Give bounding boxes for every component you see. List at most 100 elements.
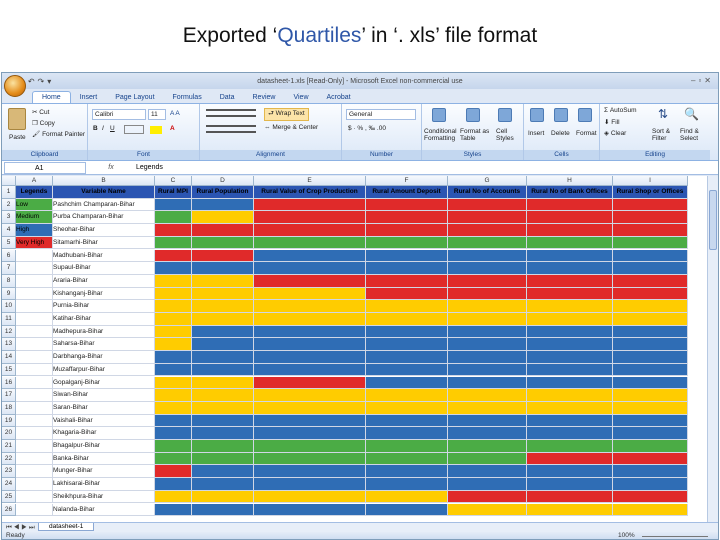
district-cell[interactable]: Madhubani-Bihar — [53, 249, 155, 263]
fill-button[interactable]: ⬇ Fill — [604, 118, 620, 126]
quartile-cell-C[interactable] — [155, 274, 192, 288]
cut-button[interactable]: ✂ Cut — [32, 108, 49, 116]
quartile-cell-H[interactable] — [527, 440, 613, 453]
quartile-cell-C[interactable] — [155, 351, 192, 364]
font-size-combo[interactable]: 11 — [148, 109, 166, 120]
legend-cell[interactable] — [16, 287, 53, 301]
district-cell[interactable]: Sitamarhi-Bihar — [53, 236, 155, 250]
row-header-22[interactable]: 22 — [2, 452, 16, 466]
find-select-label[interactable]: Find & Select — [680, 128, 708, 142]
quartile-cell-E[interactable] — [254, 262, 366, 275]
row-header-12[interactable]: 12 — [2, 325, 16, 339]
quartile-cell-C[interactable] — [155, 211, 192, 225]
font-color-icon[interactable]: A — [170, 125, 175, 132]
quartile-cell-C[interactable] — [155, 376, 192, 390]
district-cell[interactable]: Purba Champaran-Bihar — [53, 211, 155, 225]
row-header-3[interactable]: 3 — [2, 211, 16, 225]
legend-cell[interactable] — [16, 300, 53, 313]
conditional-formatting-icon[interactable] — [432, 108, 446, 122]
quartile-cell-G[interactable] — [448, 274, 527, 288]
quartile-cell-C[interactable] — [155, 427, 192, 440]
legend-cell[interactable]: Low — [16, 198, 53, 212]
row-header-8[interactable]: 8 — [2, 274, 16, 288]
quartile-cell-I[interactable] — [613, 325, 688, 339]
quartile-cell-F[interactable] — [366, 249, 448, 263]
quartile-cell-F[interactable] — [366, 465, 448, 479]
delete-cells-label[interactable]: Delete — [551, 130, 570, 137]
quartile-cell-E[interactable] — [254, 465, 366, 479]
scrollbar-thumb[interactable] — [709, 190, 717, 250]
quartile-cell-C[interactable] — [155, 478, 192, 491]
number-format-combo[interactable]: General — [346, 109, 416, 120]
header-cell-G[interactable]: Rural No of Accounts — [448, 186, 527, 199]
quartile-cell-D[interactable] — [192, 274, 254, 288]
legend-cell[interactable] — [16, 338, 53, 352]
legend-cell[interactable] — [16, 274, 53, 288]
quartile-cell-D[interactable] — [192, 325, 254, 339]
quartile-cell-E[interactable] — [254, 313, 366, 326]
quartile-cell-C[interactable] — [155, 287, 192, 301]
legend-cell[interactable] — [16, 503, 53, 517]
quartile-cell-E[interactable] — [254, 478, 366, 491]
quartile-cell-G[interactable] — [448, 351, 527, 364]
quartile-cell-D[interactable] — [192, 287, 254, 301]
quartile-cell-G[interactable] — [448, 389, 527, 402]
quartile-cell-H[interactable] — [527, 198, 613, 212]
quartile-cell-I[interactable] — [613, 363, 688, 377]
district-cell[interactable]: Lakhisarai-Bihar — [53, 478, 155, 491]
quartile-cell-F[interactable] — [366, 351, 448, 364]
district-cell[interactable]: Madhepura-Bihar — [53, 325, 155, 339]
district-cell[interactable]: Araria-Bihar — [53, 274, 155, 288]
copy-button[interactable]: ❐ Copy — [32, 119, 55, 127]
quartile-cell-I[interactable] — [613, 300, 688, 313]
row-header-19[interactable]: 19 — [2, 414, 16, 428]
quartile-cell-F[interactable] — [366, 262, 448, 275]
format-table-label[interactable]: Format as Table — [460, 128, 494, 142]
quartile-cell-H[interactable] — [527, 414, 613, 428]
quartile-cell-I[interactable] — [613, 262, 688, 275]
tab-home[interactable]: Home — [32, 91, 71, 103]
quartile-cell-E[interactable] — [254, 363, 366, 377]
quartile-cell-I[interactable] — [613, 401, 688, 415]
quartile-cell-F[interactable] — [366, 211, 448, 225]
quartile-cell-C[interactable] — [155, 363, 192, 377]
legend-cell[interactable] — [16, 262, 53, 275]
row-header-15[interactable]: 15 — [2, 363, 16, 377]
quartile-cell-I[interactable] — [613, 351, 688, 364]
delete-cells-icon[interactable] — [554, 108, 568, 122]
legend-cell[interactable] — [16, 440, 53, 453]
quartile-cell-H[interactable] — [527, 224, 613, 237]
select-all-corner[interactable] — [2, 176, 16, 186]
grow-font-icon[interactable]: A A — [170, 110, 180, 117]
quartile-cell-D[interactable] — [192, 376, 254, 390]
find-select-icon[interactable]: 🔍 — [684, 107, 699, 121]
quartile-cell-H[interactable] — [527, 249, 613, 263]
quartile-cell-H[interactable] — [527, 351, 613, 364]
row-header-9[interactable]: 9 — [2, 287, 16, 301]
quartile-cell-C[interactable] — [155, 313, 192, 326]
quartile-cell-I[interactable] — [613, 452, 688, 466]
legend-cell[interactable] — [16, 490, 53, 504]
header-cell-F[interactable]: Rural Amount Deposit — [366, 186, 448, 199]
format-cells-icon[interactable] — [578, 108, 592, 122]
header-cell-A[interactable]: Legends — [16, 186, 53, 199]
quartile-cell-D[interactable] — [192, 249, 254, 263]
vertical-scrollbar[interactable] — [707, 176, 718, 522]
column-header-A[interactable]: A — [16, 176, 53, 186]
quartile-cell-I[interactable] — [613, 389, 688, 402]
district-cell[interactable]: Gopalganj-Bihar — [53, 376, 155, 390]
quartile-cell-H[interactable] — [527, 262, 613, 275]
quartile-cell-I[interactable] — [613, 224, 688, 237]
quartile-cell-F[interactable] — [366, 300, 448, 313]
quartile-cell-C[interactable] — [155, 389, 192, 402]
quartile-cell-G[interactable] — [448, 427, 527, 440]
quartile-cell-G[interactable] — [448, 262, 527, 275]
zoom-slider[interactable] — [642, 536, 708, 537]
quartile-cell-G[interactable] — [448, 503, 527, 517]
tab-data[interactable]: Data — [211, 92, 244, 103]
column-header-D[interactable]: D — [192, 176, 254, 186]
quartile-cell-I[interactable] — [613, 198, 688, 212]
sheet-tab[interactable]: datasheet-1 — [38, 523, 95, 531]
quartile-cell-F[interactable] — [366, 363, 448, 377]
quartile-cell-E[interactable] — [254, 224, 366, 237]
